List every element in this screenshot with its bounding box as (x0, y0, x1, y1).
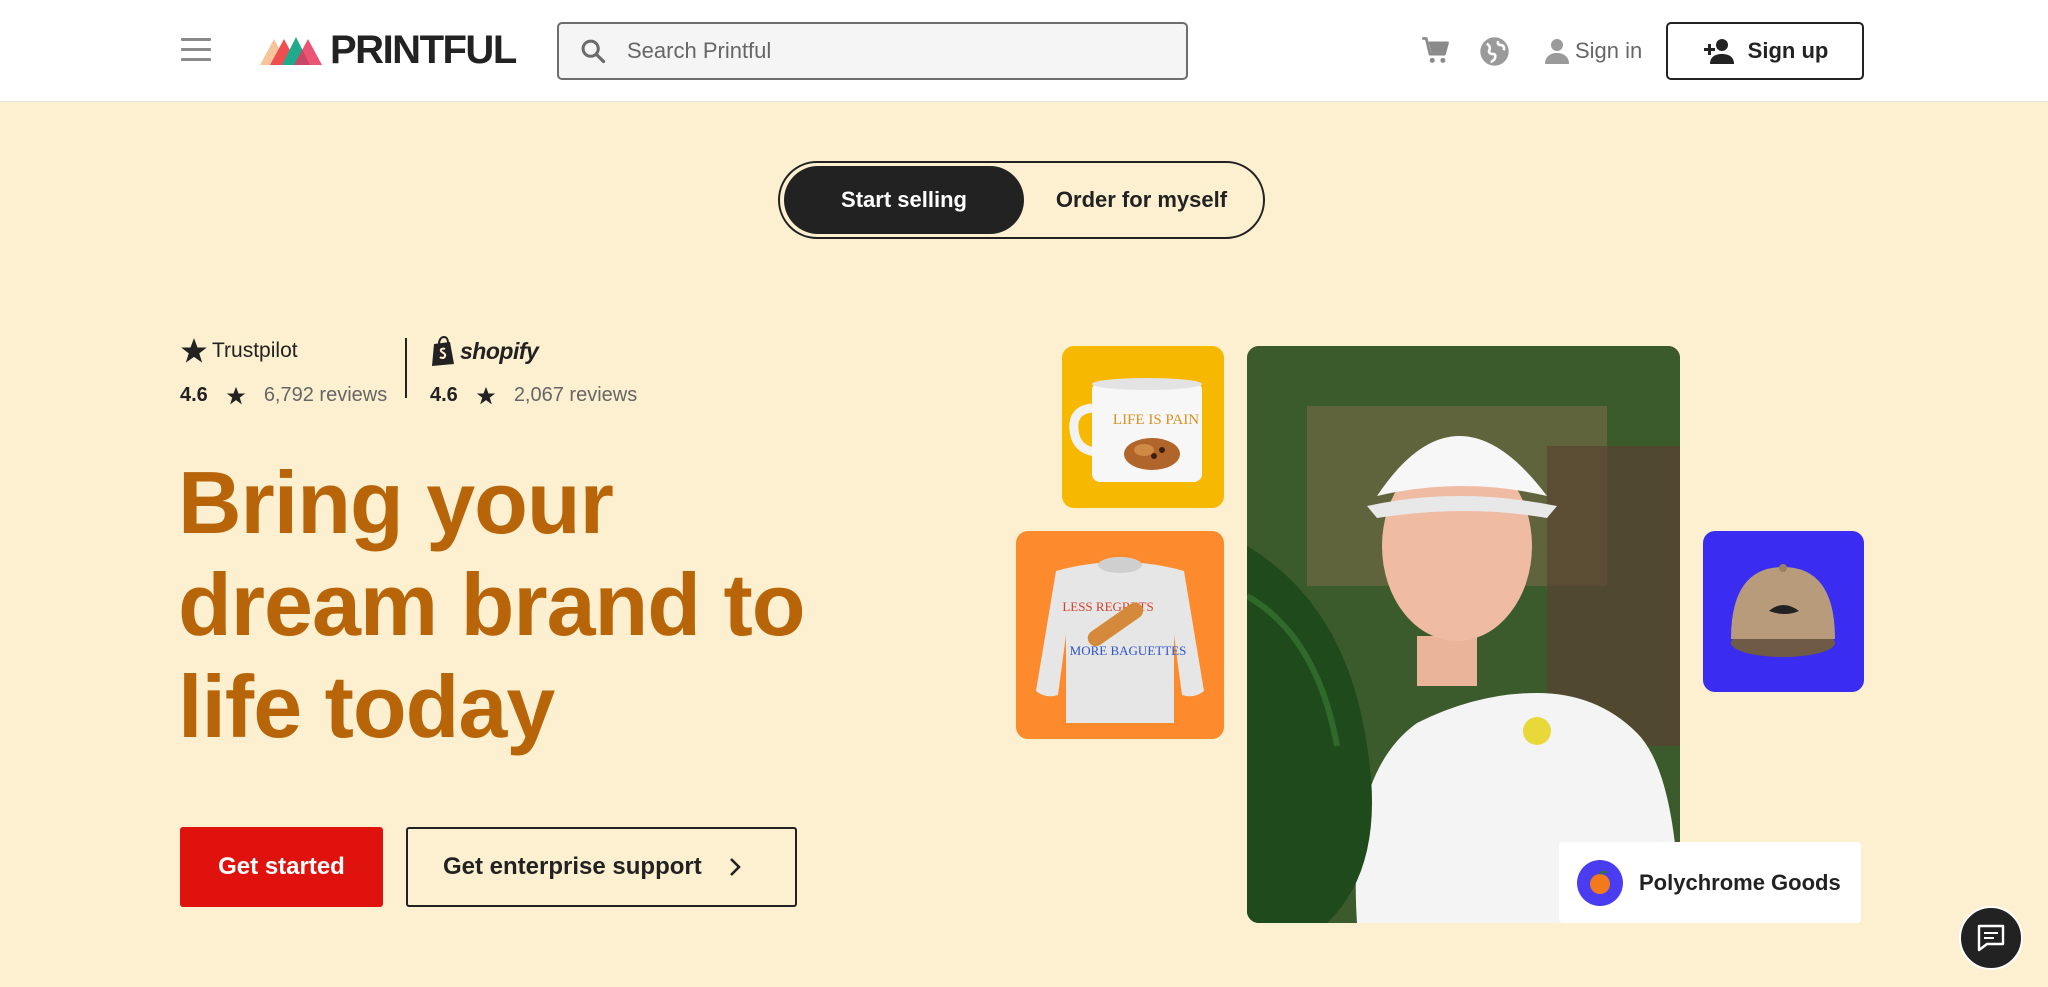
brand-avatar (1577, 859, 1623, 906)
sign-in-link[interactable]: Sign in (1545, 34, 1642, 68)
top-navigation-bar: PRINTFUL Sign in Sign up (0, 0, 2048, 102)
chevron-right-icon (729, 858, 741, 876)
search-icon (581, 39, 606, 64)
trustpilot-reviews: 6,792 reviews (263, 384, 388, 406)
printful-logo-mark (260, 37, 322, 65)
cap-product-image (1703, 531, 1864, 692)
sign-up-button[interactable]: Sign up (1666, 22, 1864, 80)
trustpilot-rating[interactable]: Trustpilot 4.6 6,792 reviews (180, 334, 387, 407)
sweatshirt-text-bottom: MORE BAGUETTES (1070, 643, 1187, 658)
sign-up-label: Sign up (1747, 38, 1829, 63)
tab-start-selling[interactable]: Start selling (784, 166, 1024, 234)
mug-text: LIFE IS PAIN (1113, 412, 1199, 428)
trustpilot-star-icon (181, 338, 207, 363)
shopify-reviews: 2,067 reviews (513, 384, 638, 406)
brand-card: Polychrome Goods (1559, 842, 1861, 923)
headline-line: dream brand to (178, 555, 806, 654)
add-user-icon (1703, 39, 1734, 64)
menu-icon[interactable] (181, 38, 211, 64)
sweatshirt-product-image: LESS REGRETS MORE BAGUETTES (1016, 531, 1224, 739)
shopify-bag-icon (432, 336, 454, 366)
trustpilot-logo: Trustpilot (180, 334, 387, 368)
cart-icon[interactable] (1420, 36, 1452, 66)
star-icon (226, 386, 245, 404)
sign-in-label: Sign in (1575, 38, 1643, 63)
chat-button[interactable] (1959, 906, 2023, 970)
search-input[interactable] (627, 38, 1167, 64)
shopify-rating[interactable]: shopify 4.6 2,067 reviews (430, 334, 637, 407)
mug-product-image: LIFE IS PAIN (1062, 346, 1224, 508)
trustpilot-name: Trustpilot (212, 339, 298, 362)
globe-icon[interactable] (1479, 36, 1510, 67)
printful-logo[interactable]: PRINTFUL (260, 28, 517, 72)
hero-headline: Bring your dream brand to life today (178, 452, 878, 758)
brand-name: Polychrome Goods (1639, 869, 1841, 895)
tab-order-for-myself[interactable]: Order for myself (1024, 166, 1259, 234)
enterprise-support-label: Get enterprise support (443, 853, 702, 880)
search-bar[interactable] (557, 22, 1188, 80)
shopify-name: shopify (460, 337, 539, 364)
get-started-button[interactable]: Get started (180, 827, 383, 907)
enterprise-support-button[interactable]: Get enterprise support (406, 827, 797, 907)
headline-line: Bring your (178, 453, 614, 552)
mode-toggle: Start selling Order for myself (778, 161, 1265, 239)
headline-line: life today (178, 657, 555, 756)
rating-divider (405, 338, 407, 398)
user-icon (1545, 39, 1569, 64)
orange-icon (1590, 870, 1610, 894)
shopify-score: 4.6 (430, 384, 458, 406)
model-photo (1247, 346, 1680, 923)
star-icon (476, 386, 495, 404)
chat-icon (1977, 924, 2005, 952)
logo-text: PRINTFUL (330, 28, 517, 72)
shopify-logo: shopify (430, 334, 637, 368)
trustpilot-score: 4.6 (180, 384, 208, 406)
